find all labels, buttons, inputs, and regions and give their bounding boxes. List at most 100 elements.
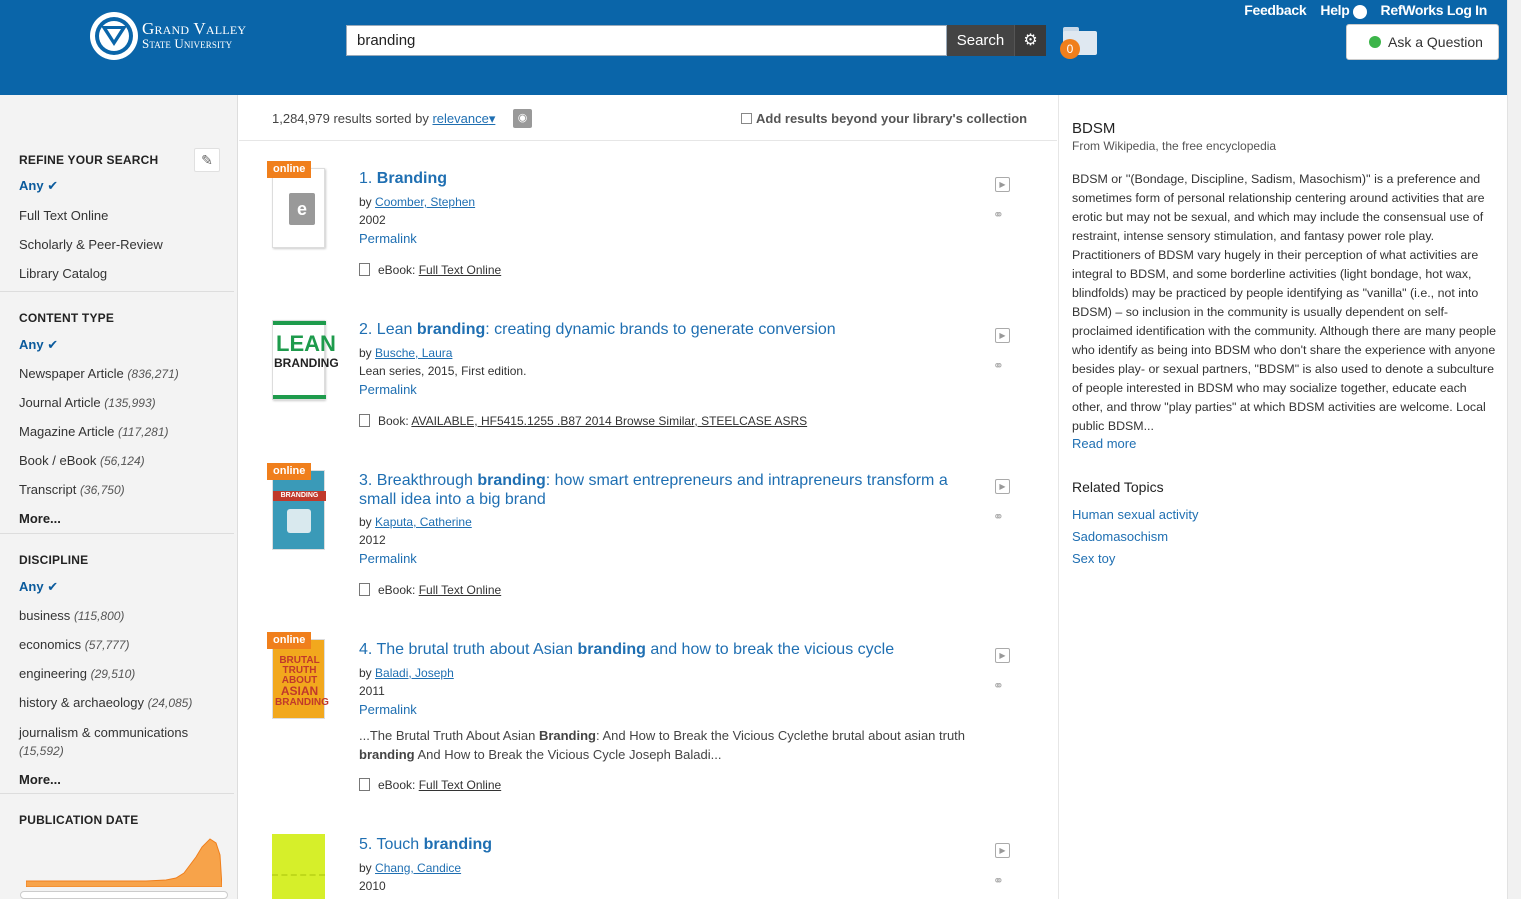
permalink[interactable]: Permalink bbox=[359, 551, 417, 566]
document-icon bbox=[359, 583, 370, 596]
feedback-link[interactable]: Feedback bbox=[1244, 2, 1306, 19]
discipline-more[interactable]: More... bbox=[19, 772, 61, 787]
ask-question-button[interactable]: Ask a Question bbox=[1346, 24, 1499, 60]
related-topic-link[interactable]: Sex toy bbox=[1072, 551, 1115, 566]
content-type-title: CONTENT TYPE bbox=[19, 311, 115, 325]
discipline-any[interactable]: Any ✔ bbox=[19, 579, 58, 595]
cite-share-icon[interactable]: ⚭ bbox=[993, 873, 1013, 888]
read-more-link[interactable]: Read more bbox=[1072, 436, 1136, 451]
online-ribbon: online bbox=[267, 632, 312, 649]
result-author: by Coomber, Stephen bbox=[359, 195, 476, 209]
author-link[interactable]: Coomber, Stephen bbox=[375, 195, 475, 209]
refine-item-library-catalog[interactable]: Library Catalog bbox=[19, 266, 107, 281]
page-scrollbar[interactable] bbox=[1507, 0, 1521, 899]
discipline-item[interactable]: economics (57,777) bbox=[19, 637, 129, 652]
add-beyond-collection-toggle[interactable]: Add results beyond your library's collec… bbox=[741, 111, 1027, 126]
author-link[interactable]: Busche, Laura bbox=[375, 346, 452, 360]
beyond-collection-checkbox[interactable] bbox=[741, 113, 752, 124]
online-ribbon: online bbox=[267, 463, 312, 480]
result-title[interactable]: 3. Breakthrough branding: how smart entr… bbox=[359, 471, 984, 509]
result-title[interactable]: 1. Branding bbox=[359, 169, 984, 188]
refworks-link[interactable]: RefWorks Log In bbox=[1381, 2, 1488, 19]
cover-text-brutal: BRUTAL TRUTH ABOUT ASIAN BRANDING bbox=[275, 655, 329, 708]
document-icon bbox=[359, 414, 370, 427]
author-link[interactable]: Baladi, Joseph bbox=[375, 666, 454, 680]
preview-play-icon[interactable]: ▶ bbox=[995, 843, 1010, 858]
format-link[interactable]: AVAILABLE, HF5415.1255 .B87 2014 Browse … bbox=[411, 414, 807, 428]
folder-count-badge: 0 bbox=[1060, 39, 1080, 59]
result-thumbnail[interactable]: LEAN BRANDING bbox=[272, 320, 339, 400]
ask-question-label: Ask a Question bbox=[1388, 34, 1483, 50]
content-type-item[interactable]: Transcript (36,750) bbox=[19, 482, 125, 497]
permalink[interactable]: Permalink bbox=[359, 231, 417, 246]
discipline-item[interactable]: history & archaeology (24,085) bbox=[19, 695, 192, 710]
cite-share-icon[interactable]: ⚭ bbox=[993, 207, 1013, 222]
result-details: 2002 bbox=[359, 213, 386, 227]
cite-share-icon[interactable]: ⚭ bbox=[993, 678, 1013, 693]
caret-down-icon: ▾ bbox=[488, 111, 496, 126]
content-type-item[interactable]: Newspaper Article (836,271) bbox=[19, 366, 179, 381]
discipline-item[interactable]: journalism & communications (15,592) bbox=[19, 724, 219, 760]
content-type-item[interactable]: Magazine Article (117,281) bbox=[19, 424, 169, 439]
format-link[interactable]: Full Text Online bbox=[419, 263, 501, 277]
search-input[interactable]: branding bbox=[346, 25, 947, 56]
result-title[interactable]: 5. Touch branding bbox=[359, 835, 984, 854]
cite-share-icon[interactable]: ⚭ bbox=[993, 509, 1013, 524]
preview-play-icon[interactable]: ▶ bbox=[995, 479, 1010, 494]
result-thumbnail[interactable] bbox=[272, 834, 325, 899]
gvsu-seal-icon bbox=[90, 12, 138, 60]
result-title[interactable]: 2. Lean branding: creating dynamic brand… bbox=[359, 320, 984, 339]
related-topic-link[interactable]: Sadomasochism bbox=[1072, 529, 1168, 544]
format-link[interactable]: Full Text Online bbox=[419, 778, 501, 792]
content-type-more[interactable]: More... bbox=[19, 511, 61, 526]
permalink[interactable]: Permalink bbox=[359, 382, 417, 397]
discipline-item[interactable]: business (115,800) bbox=[19, 608, 124, 623]
result-format: Book: AVAILABLE, HF5415.1255 .B87 2014 B… bbox=[359, 414, 807, 428]
refine-title: REFINE YOUR SEARCH bbox=[19, 153, 159, 167]
topic-summary: BDSM or ''(Bondage, Discipline, Sadism, … bbox=[1072, 172, 1497, 433]
result-details: 2010 bbox=[359, 879, 386, 893]
content-type-item[interactable]: Journal Article (135,993) bbox=[19, 395, 156, 410]
logo-line2: State University bbox=[142, 36, 233, 51]
checkmark-icon: ✔ bbox=[47, 178, 59, 193]
preview-play-icon[interactable]: ▶ bbox=[995, 328, 1010, 343]
publication-date-area bbox=[26, 838, 222, 887]
content-type-any[interactable]: Any ✔ bbox=[19, 337, 58, 353]
rss-icon[interactable]: ◉ bbox=[513, 109, 532, 128]
publication-date-slider[interactable] bbox=[20, 891, 228, 899]
help-link[interactable]: Help? bbox=[1320, 2, 1367, 19]
result-author: by Chang, Candice bbox=[359, 861, 462, 875]
content-type-item[interactable]: Book / eBook (56,124) bbox=[19, 453, 145, 468]
result-thumbnail[interactable]: online BRUTAL TRUTH ABOUT ASIAN BRANDING bbox=[267, 632, 329, 719]
cover-title-lean: LEAN bbox=[276, 331, 336, 356]
result-author: by Kaputa, Catherine bbox=[359, 515, 472, 529]
discipline-title: DISCIPLINE bbox=[19, 553, 89, 567]
author-link[interactable]: Kaputa, Catherine bbox=[375, 515, 472, 529]
refine-item-full-text[interactable]: Full Text Online bbox=[19, 208, 108, 223]
gvsu-logo[interactable]: Grand Valley State University bbox=[90, 12, 246, 60]
result-thumbnail[interactable]: online e bbox=[267, 161, 325, 248]
discipline-item[interactable]: engineering (29,510) bbox=[19, 666, 135, 681]
topic-source: From Wikipedia, the free encyclopedia bbox=[1072, 139, 1277, 153]
refine-sidebar: REFINE YOUR SEARCH ✎ Any ✔ Full Text Onl… bbox=[0, 95, 238, 899]
preview-play-icon[interactable]: ▶ bbox=[995, 648, 1010, 663]
result-thumbnail[interactable]: online BRANDING bbox=[267, 463, 326, 550]
preview-play-icon[interactable]: ▶ bbox=[995, 177, 1010, 192]
results-count: 1,284,979 results sorted by relevance▾ bbox=[272, 111, 496, 126]
related-topic-link[interactable]: Human sexual activity bbox=[1072, 507, 1198, 522]
author-link[interactable]: Chang, Candice bbox=[375, 861, 461, 875]
refine-item-scholarly[interactable]: Scholarly & Peer-Review bbox=[19, 237, 163, 252]
topic-explorer-panel: BDSM From Wikipedia, the free encycloped… bbox=[1058, 95, 1507, 899]
sort-relevance-link[interactable]: relevance▾ bbox=[432, 111, 495, 126]
edit-pencil-icon[interactable]: ✎ bbox=[194, 148, 220, 172]
permalink[interactable]: Permalink bbox=[359, 702, 417, 717]
search-options-gear-icon[interactable]: ⚙ bbox=[1014, 25, 1046, 56]
cite-share-icon[interactable]: ⚭ bbox=[993, 358, 1013, 373]
result-title[interactable]: 4. The brutal truth about Asian branding… bbox=[359, 640, 984, 659]
format-link[interactable]: Full Text Online bbox=[419, 583, 501, 597]
publication-date-histogram[interactable] bbox=[26, 835, 222, 887]
result-format: eBook: Full Text Online bbox=[359, 778, 501, 792]
search-button[interactable]: Search bbox=[947, 25, 1014, 56]
refine-any[interactable]: Any ✔ bbox=[19, 178, 58, 194]
checkmark-icon: ✔ bbox=[47, 579, 59, 594]
